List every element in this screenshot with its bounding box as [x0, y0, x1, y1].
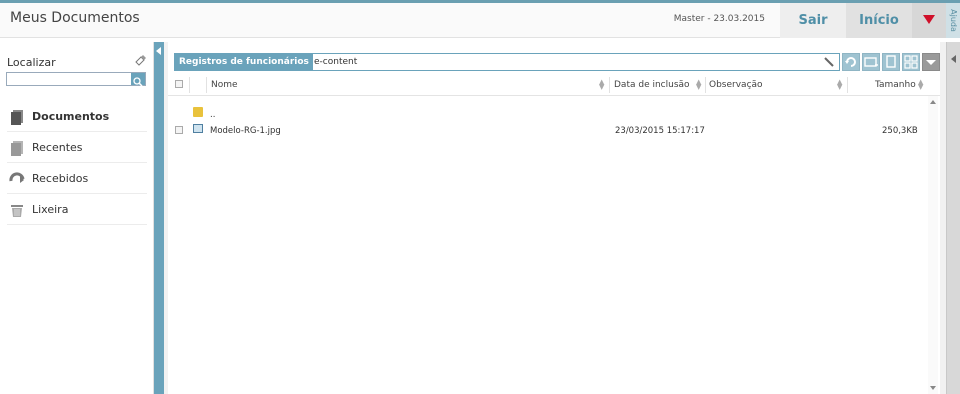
eraser-icon[interactable] [134, 54, 146, 66]
column-header-nome[interactable]: Nome [211, 80, 238, 90]
trash-icon [11, 205, 23, 217]
scroll-up-icon[interactable] [930, 100, 936, 104]
scroll-down-icon[interactable] [930, 386, 936, 390]
search-input[interactable] [7, 73, 131, 85]
sidebar-item-recentes[interactable]: Recentes [7, 132, 147, 163]
column-header-tamanho[interactable]: Tamanho [875, 80, 916, 90]
select-all-checkbox[interactable] [175, 80, 183, 88]
breadcrumb: Registros de funcionários e-content [174, 53, 840, 71]
caret-down-icon [926, 60, 936, 65]
image-file-icon [193, 124, 203, 133]
received-icon [9, 172, 25, 183]
sidebar-item-label: Lixeira [32, 203, 69, 216]
home-button[interactable]: Início [846, 3, 912, 38]
sidebar-item-label: Recentes [32, 141, 83, 154]
breadcrumb-folder[interactable]: Registros de funcionários [175, 54, 313, 70]
user-info: Master - 23.03.2015 [673, 14, 765, 24]
recent-icon [11, 141, 23, 156]
refresh-button[interactable] [842, 53, 860, 71]
column-separator [705, 77, 706, 93]
page-title: Meus Documentos [10, 10, 140, 26]
view-grid-button[interactable] [902, 53, 920, 71]
sidebar: Localizar Documentos Recentes Recebidos … [0, 42, 154, 394]
collapse-left-icon [156, 47, 161, 55]
folder-icon [193, 107, 203, 117]
caret-down-icon [923, 15, 935, 24]
search-button[interactable] [131, 73, 145, 87]
file-size: 250,3KB [882, 126, 918, 136]
sort-icon[interactable]: ▲ ▼ [837, 79, 842, 91]
sort-icon[interactable]: ▲ ▼ [918, 79, 923, 91]
new-folder-icon [864, 57, 878, 67]
pencil-icon[interactable] [823, 56, 835, 68]
documents-icon [11, 110, 23, 125]
search-field [6, 72, 146, 87]
scrollbar[interactable] [928, 96, 938, 394]
sidebar-item-lixeira[interactable]: Lixeira [7, 194, 147, 225]
column-header-data[interactable]: Data de inclusão [614, 80, 690, 90]
column-separator [206, 77, 207, 93]
more-options-button[interactable] [922, 53, 940, 71]
menu-dropdown-button[interactable] [912, 3, 946, 38]
grid-view-icon [904, 55, 918, 69]
table-row[interactable]: Modelo-RG-1.jpg 23/03/2015 15:17:17 250,… [168, 123, 928, 139]
row-checkbox[interactable] [175, 126, 183, 134]
new-folder-button[interactable] [862, 53, 880, 71]
search-label: Localizar [7, 56, 56, 69]
sort-icon[interactable]: ▲ ▼ [599, 79, 604, 91]
file-name[interactable]: .. [210, 110, 215, 120]
sidebar-item-label: Documentos [32, 110, 110, 123]
expand-left-icon [951, 55, 956, 63]
table-row[interactable]: .. [168, 106, 928, 122]
logout-button[interactable]: Sair [780, 3, 846, 38]
new-file-icon [886, 55, 896, 68]
sidebar-item-recebidos[interactable]: Recebidos [7, 163, 147, 194]
right-panel-collapse-bar[interactable] [946, 42, 960, 394]
help-tab-label: Ajuda [948, 9, 958, 32]
new-file-button[interactable] [882, 53, 900, 71]
sidebar-item-documentos[interactable]: Documentos [7, 101, 147, 132]
column-separator [847, 77, 848, 93]
app-header: Meus Documentos Master - 23.03.2015 Sair… [0, 3, 960, 38]
column-header-observacao[interactable]: Observação [709, 80, 763, 90]
refresh-icon [845, 57, 856, 67]
file-browser: Registros de funcionários e-content Nome… [168, 42, 940, 394]
file-name[interactable]: Modelo-RG-1.jpg [210, 126, 281, 136]
help-tab[interactable]: Ajuda [946, 3, 960, 38]
search-icon [133, 77, 143, 87]
breadcrumb-subpath: e-content [314, 57, 358, 67]
table-header: Nome ▲ ▼ Data de inclusão ▲ ▼ Observação ▲… [168, 74, 940, 96]
file-date: 23/03/2015 15:17:17 [615, 126, 705, 136]
sidebar-collapse-bar[interactable] [154, 42, 164, 394]
sort-icon[interactable]: ▲ ▼ [696, 79, 701, 91]
sidebar-item-label: Recebidos [32, 172, 89, 185]
column-separator [189, 77, 190, 93]
column-separator [609, 77, 610, 93]
